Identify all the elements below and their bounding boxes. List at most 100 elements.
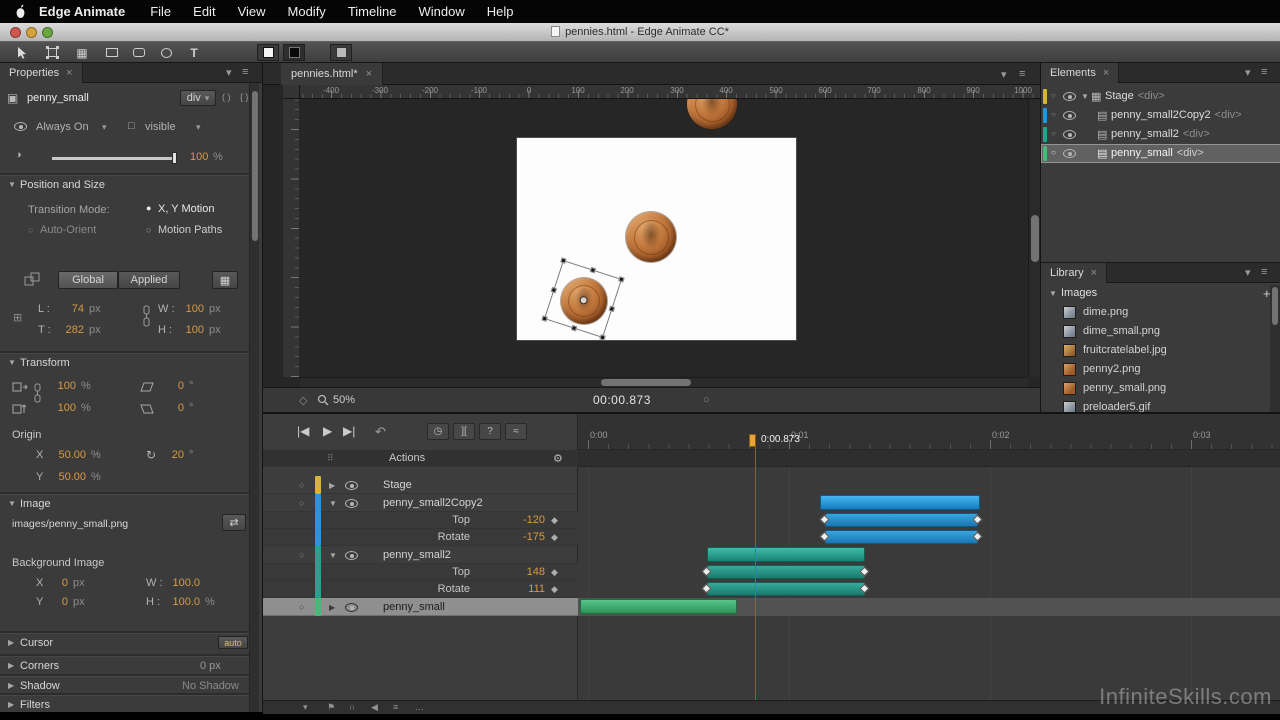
layer-dot-icon[interactable]: ○: [1051, 110, 1056, 119]
add-keyframe-icon[interactable]: ◆: [551, 584, 558, 595]
library-images-section[interactable]: ▼ Images +: [1041, 285, 1280, 302]
elements-tab[interactable]: Elements ×: [1041, 63, 1120, 83]
menu-help[interactable]: Help: [476, 4, 525, 19]
skip-forward-button[interactable]: ▶|: [343, 424, 355, 438]
add-keyframe-icon[interactable]: ◆: [551, 532, 558, 543]
elements-row-penny_small[interactable]: ○ ▤ penny_small <div>: [1041, 144, 1280, 163]
transition-bar-rotate[interactable]: [825, 530, 978, 544]
transition-bar-penny_small2[interactable]: [707, 547, 865, 562]
anchor-icon[interactable]: ⊞: [13, 311, 22, 324]
pin-toggle-button[interactable]: ?: [479, 423, 501, 440]
library-item[interactable]: penny2.png: [1041, 360, 1269, 379]
menu-file[interactable]: File: [139, 4, 182, 19]
eye-icon[interactable]: [1063, 149, 1076, 158]
add-keyframe-icon[interactable]: ◆: [551, 515, 558, 526]
menu-window[interactable]: Window: [407, 4, 475, 19]
timeline-ruler[interactable]: 0:00 0:01 0:02 0:03: [578, 414, 1280, 450]
tri-down-icon[interactable]: ▼: [1081, 92, 1089, 101]
bg-y-value[interactable]: 0: [48, 596, 68, 608]
tri-down-icon[interactable]: ▼: [329, 499, 337, 508]
tri-right-icon[interactable]: ▶: [329, 481, 335, 490]
library-item[interactable]: penny_small.png: [1041, 379, 1269, 398]
snap-magnet-icon[interactable]: ∩: [349, 702, 355, 712]
window-title-bar[interactable]: pennies.html - Edge Animate CC*: [0, 23, 1280, 42]
layout-presets-button[interactable]: ▦: [212, 271, 238, 289]
scrollbar-thumb[interactable]: [251, 91, 258, 241]
xy-motion-option[interactable]: X, Y Motion: [158, 203, 214, 215]
menu-edit[interactable]: Edit: [182, 4, 226, 19]
more-icon[interactable]: …: [415, 702, 424, 712]
rounded-rectangle-tool[interactable]: [127, 44, 151, 61]
audio-icon[interactable]: ◀: [371, 702, 378, 713]
library-scrollbar[interactable]: [1270, 285, 1280, 412]
eye-icon[interactable]: [345, 499, 358, 508]
radio-off-icon[interactable]: ○: [28, 225, 33, 235]
auto-keyframe-button[interactable]: ◷: [427, 423, 449, 440]
wh-link-icon[interactable]: [142, 305, 151, 332]
panel-menu-icon[interactable]: ≡: [1261, 266, 1267, 278]
zoom-level[interactable]: 50%: [333, 394, 355, 406]
opacity-slider-track[interactable]: [52, 157, 176, 160]
timeline-row-penny_small2Copy2[interactable]: ○ ▼ penny_small2Copy2: [263, 494, 578, 512]
stage-canvas[interactable]: [299, 99, 1028, 377]
chevron-down-icon[interactable]: ▾: [303, 702, 308, 713]
skew-y-value[interactable]: 0: [166, 402, 184, 414]
layer-dot-icon[interactable]: ○: [1051, 148, 1056, 157]
selection-tool[interactable]: [10, 44, 34, 61]
global-button[interactable]: Global: [58, 271, 118, 289]
library-item[interactable]: dime.png: [1041, 303, 1269, 322]
panel-menu-icon[interactable]: ≡: [1019, 68, 1025, 80]
layer-dot-icon[interactable]: ○: [299, 550, 304, 560]
marker-flag-icon[interactable]: ⚑: [327, 702, 335, 713]
chevron-down-icon[interactable]: ▾: [1245, 66, 1251, 79]
swap-image-button[interactable]: ⇄: [222, 514, 246, 531]
fill-color-swatch[interactable]: [283, 44, 305, 61]
close-icon[interactable]: ×: [1091, 267, 1097, 279]
skip-back-button[interactable]: |◀: [297, 424, 309, 438]
bg-h-value[interactable]: 100.0: [164, 596, 200, 608]
transition-bar-top[interactable]: [707, 565, 865, 579]
timeline-row-penny_small[interactable]: ○ ▶ penny_small: [263, 598, 578, 616]
scrollbar-thumb[interactable]: [1271, 287, 1278, 325]
library-item[interactable]: dime_small.png: [1041, 322, 1269, 341]
close-icon[interactable]: ×: [366, 68, 372, 80]
chevron-down-icon[interactable]: ▾: [226, 66, 232, 79]
library-item[interactable]: preloader5.gif: [1041, 398, 1269, 412]
scrollbar-thumb[interactable]: [601, 379, 691, 386]
eye-icon[interactable]: [1063, 92, 1076, 101]
image-src-field[interactable]: images/penny_small.png: [12, 518, 128, 530]
app-menu[interactable]: Edge Animate: [39, 4, 125, 19]
eye-icon[interactable]: [1063, 111, 1076, 120]
list-icon[interactable]: ≡: [393, 702, 398, 712]
penny-middle[interactable]: [626, 212, 676, 262]
play-button[interactable]: ▶: [323, 424, 332, 438]
transition-bar-top[interactable]: [825, 513, 978, 527]
playhead-handle[interactable]: [749, 434, 756, 447]
w-value[interactable]: 100: [174, 303, 204, 315]
elements-row-stage[interactable]: ○ ▼ ▦ Stage <div>: [1041, 87, 1280, 106]
zoom-icon[interactable]: [317, 394, 329, 409]
stage-horizontal-scrollbar[interactable]: [300, 377, 1028, 387]
applied-button[interactable]: Applied: [118, 271, 180, 289]
layer-dot-icon[interactable]: ○: [299, 498, 304, 508]
cursor-auto-button[interactable]: auto: [218, 636, 248, 649]
timeline-subrow-top[interactable]: Top -120 ◆: [263, 512, 578, 529]
properties-scrollbar[interactable]: [249, 83, 259, 712]
stage-color-swatch[interactable]: [330, 44, 352, 61]
section-transform[interactable]: ▼ Transform: [0, 353, 249, 370]
actions-code-icon[interactable]: { }: [240, 92, 249, 102]
property-value[interactable]: -120: [473, 514, 545, 526]
selection-handle[interactable]: [550, 286, 557, 294]
radio-off-icon[interactable]: ○: [146, 225, 151, 235]
timeline-subrow-rotate[interactable]: Rotate -175 ◆: [263, 529, 578, 546]
penny-top[interactable]: [687, 99, 737, 129]
property-value[interactable]: 111: [473, 583, 545, 595]
menu-view[interactable]: View: [227, 4, 277, 19]
loop-marker-icon[interactable]: ○: [703, 394, 710, 406]
origin-y-value[interactable]: 50.00: [50, 471, 86, 483]
timeline-actions-row[interactable]: ⠿ Actions ⚙: [263, 450, 578, 467]
pan-icon[interactable]: ◇: [299, 394, 307, 407]
apple-menu-icon[interactable]: [14, 4, 27, 19]
transform-tool[interactable]: [40, 44, 64, 61]
property-value[interactable]: 148: [473, 566, 545, 578]
